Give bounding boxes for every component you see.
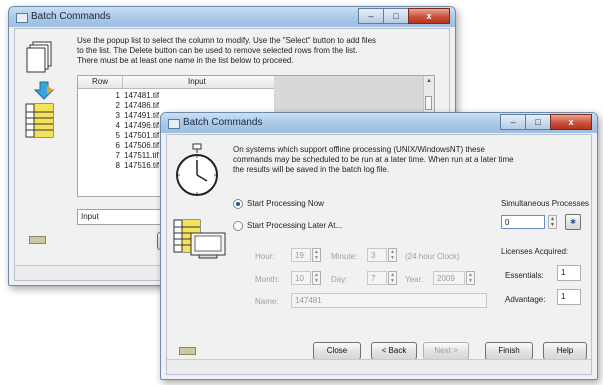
day-stepper[interactable]: ▲ ▼ bbox=[388, 271, 397, 285]
window-icon bbox=[16, 13, 28, 23]
hour-label: Hour: bbox=[255, 252, 275, 261]
front-window-statusbar bbox=[167, 359, 591, 374]
status-indicator bbox=[179, 347, 196, 355]
column-header-input[interactable]: Input bbox=[188, 77, 206, 86]
year-label: Year: bbox=[405, 275, 424, 284]
day-label: Day: bbox=[331, 275, 348, 284]
stopwatch-icon bbox=[176, 143, 218, 196]
minute-label: Minute: bbox=[331, 252, 358, 261]
front-window-title: Batch Commands bbox=[183, 117, 263, 128]
start-now-label[interactable]: Start Processing Now bbox=[247, 199, 324, 208]
scroll-up-icon[interactable]: ▲ bbox=[426, 78, 432, 84]
essentials-label: Essentials: bbox=[505, 271, 544, 280]
column-select-value: Input bbox=[81, 212, 99, 221]
front-batch-commands-window: Batch Commands – □ x On systems which su… bbox=[160, 112, 598, 380]
front-window-client: On systems which support offline process… bbox=[166, 134, 592, 375]
simultaneous-processes-field[interactable]: 0 bbox=[501, 215, 545, 229]
table-icon bbox=[25, 103, 54, 138]
month-stepper[interactable]: ▲ ▼ bbox=[312, 271, 321, 285]
licenses-acquired-label: Licenses Acquired: bbox=[501, 247, 569, 256]
status-indicator bbox=[29, 236, 46, 244]
help-button[interactable]: Help bbox=[543, 342, 587, 360]
minute-field[interactable]: 3 bbox=[367, 248, 387, 262]
minimize-button[interactable]: – bbox=[500, 114, 526, 130]
month-field[interactable]: 10 bbox=[291, 271, 311, 285]
scroll-thumb[interactable] bbox=[425, 96, 432, 110]
advantage-label: Advantage: bbox=[505, 295, 546, 304]
start-later-radio[interactable] bbox=[233, 221, 243, 231]
simultaneous-processes-label: Simultaneous Processes bbox=[501, 199, 590, 208]
star-icon: ✱ bbox=[570, 219, 576, 226]
name-label: Name: bbox=[255, 297, 279, 306]
apply-processes-button[interactable]: ✱ bbox=[565, 214, 581, 230]
day-field[interactable]: 7 bbox=[367, 271, 387, 285]
next-button[interactable]: Next > bbox=[423, 342, 469, 360]
start-now-radio[interactable] bbox=[233, 199, 243, 209]
back-window-title: Batch Commands bbox=[31, 11, 111, 22]
close-button[interactable]: Close bbox=[313, 342, 361, 360]
year-field[interactable]: 2009 bbox=[433, 271, 465, 285]
minute-stepper[interactable]: ▲ ▼ bbox=[388, 248, 397, 262]
arrow-down-icon bbox=[33, 81, 55, 100]
finish-button[interactable]: Finish bbox=[485, 342, 533, 360]
table-row[interactable]: 1 147481.tif bbox=[78, 90, 274, 100]
hour-field[interactable]: 19 bbox=[291, 248, 311, 262]
files-icon bbox=[26, 41, 52, 73]
back-button[interactable]: < Back bbox=[371, 342, 417, 360]
hour-stepper[interactable]: ▲ ▼ bbox=[312, 248, 321, 262]
offline-processing-description: On systems which support offline process… bbox=[233, 145, 514, 174]
close-window-button[interactable]: x bbox=[408, 8, 450, 24]
table-row[interactable]: 2 147486.tif bbox=[78, 100, 274, 110]
year-stepper[interactable]: ▲ ▼ bbox=[466, 271, 475, 285]
front-window-titlebar[interactable]: Batch Commands – □ x bbox=[161, 113, 597, 133]
minimize-button[interactable]: – bbox=[358, 8, 384, 24]
name-field[interactable]: 147481 bbox=[291, 293, 487, 308]
column-header-row[interactable]: Row bbox=[92, 77, 108, 86]
back-window-instructions: Use the popup list to select the column … bbox=[77, 36, 377, 65]
month-label: Month: bbox=[255, 275, 280, 284]
window-icon bbox=[168, 119, 180, 129]
start-later-label[interactable]: Start Processing Later At... bbox=[247, 221, 342, 230]
table-monitor-icon bbox=[173, 219, 226, 259]
essentials-field: 1 bbox=[557, 265, 581, 281]
advantage-field: 1 bbox=[557, 289, 581, 305]
maximize-button[interactable]: □ bbox=[525, 114, 551, 130]
close-window-button[interactable]: x bbox=[550, 114, 592, 130]
table-header: Row Input bbox=[78, 76, 274, 89]
simultaneous-processes-stepper[interactable]: ▲ ▼ bbox=[548, 215, 557, 229]
maximize-button[interactable]: □ bbox=[383, 8, 409, 24]
clock-note: (24 hour Clock) bbox=[405, 252, 460, 261]
back-window-titlebar[interactable]: Batch Commands – □ x bbox=[9, 7, 455, 27]
